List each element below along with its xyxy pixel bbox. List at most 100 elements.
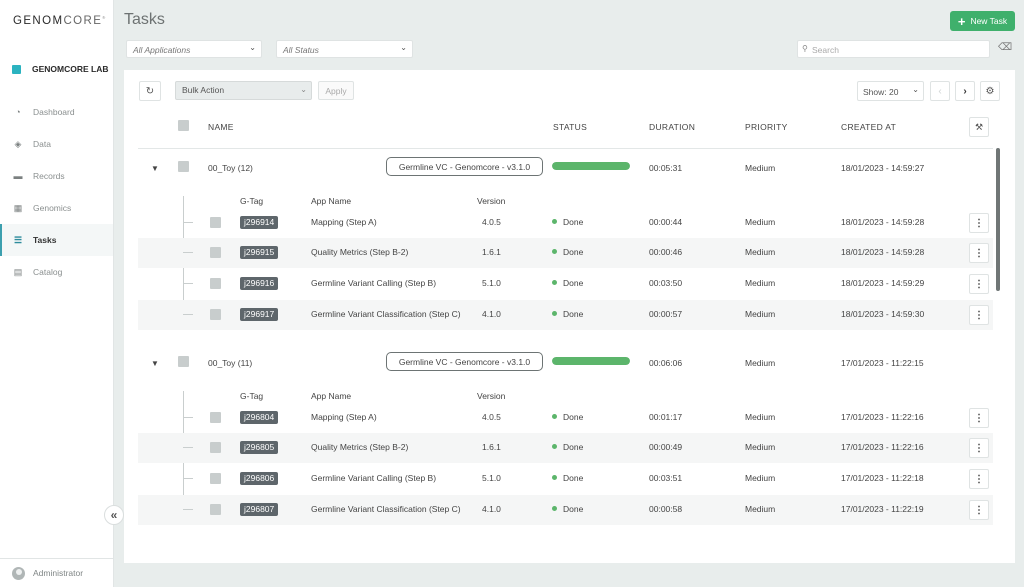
priority: Medium (745, 442, 776, 452)
row-checkbox[interactable] (210, 278, 221, 289)
task-row[interactable]: j296914 Mapping (Step A) 4.0.5 Done 00:0… (138, 208, 993, 238)
gtag-badge: j296805 (240, 441, 279, 454)
app-name: Quality Metrics (Step B-2) (311, 247, 409, 257)
tree-branch (183, 447, 193, 448)
subheader-gtag: G-Tag (240, 196, 264, 206)
chevron-left-icon: ‹ (938, 85, 942, 97)
group-duration: 00:06:06 (649, 358, 683, 368)
column-header-priority[interactable]: PRIORITY (745, 122, 788, 132)
column-header-name[interactable]: NAME (208, 122, 234, 132)
row-checkbox[interactable] (178, 356, 189, 367)
status-dot-icon (552, 444, 557, 450)
grid-icon: ▦ (13, 202, 23, 213)
sidebar-item-genomics[interactable]: ▦ Genomics (0, 192, 113, 224)
duration: 00:00:49 (649, 442, 683, 452)
app-name: Mapping (Step A) (311, 217, 377, 227)
applications-filter[interactable]: All Applications ⌄ (126, 40, 262, 58)
scrollbar[interactable] (996, 148, 1000, 291)
settings-button[interactable]: ⚙ (980, 81, 1000, 101)
status-badge: Done (552, 442, 583, 452)
brand-logo[interactable]: GENOMCORE® (13, 15, 107, 27)
row-checkbox[interactable] (178, 161, 189, 172)
list-icon: ☰ (13, 234, 23, 245)
sidebar-item-catalog[interactable]: ▤ Catalog (0, 256, 113, 288)
lab-switcher[interactable]: GENOMCORE LAB (12, 64, 109, 74)
clear-filters-icon[interactable]: ⌫ (998, 42, 1012, 53)
more-options-button[interactable]: ⋮ (969, 213, 989, 233)
app-name: Mapping (Step A) (311, 412, 377, 422)
briefcase-icon: ▬ (13, 171, 23, 181)
more-options-button[interactable]: ⋮ (969, 243, 989, 263)
lab-icon (12, 64, 21, 74)
created-at: 17/01/2023 - 11:22:16 (841, 442, 924, 452)
more-options-button[interactable]: ⋮ (969, 500, 989, 520)
row-checkbox[interactable] (210, 473, 221, 484)
column-config-button[interactable]: ⚒ (969, 117, 989, 137)
workflow-badge[interactable]: Germline VC - Genomcore - v3.1.0 (386, 352, 543, 371)
page-size-select[interactable]: Show: 20 ⌄ (857, 81, 924, 101)
task-group-row[interactable]: ▼ 00_Toy (11) Germline VC - Genomcore - … (138, 349, 993, 379)
app-name: Quality Metrics (Step B-2) (311, 442, 409, 452)
search-input[interactable]: ⚲ Search (797, 40, 990, 58)
more-options-button[interactable]: ⋮ (969, 305, 989, 325)
collapse-sidebar-button[interactable]: « (104, 505, 124, 525)
task-row[interactable]: j296917 Germline Variant Classification … (138, 300, 993, 330)
version: 4.0.5 (482, 217, 501, 227)
prev-page-button[interactable]: ‹ (930, 81, 950, 101)
refresh-button[interactable]: ↻ (139, 81, 161, 101)
row-checkbox[interactable] (210, 309, 221, 320)
group-created: 18/01/2023 - 14:59:27 (841, 163, 925, 173)
more-options-button[interactable]: ⋮ (969, 438, 989, 458)
version: 5.1.0 (482, 473, 501, 483)
task-group-row[interactable]: ▼ 00_Toy (12) Germline VC - Genomcore - … (138, 154, 993, 184)
row-checkbox[interactable] (210, 442, 221, 453)
priority: Medium (745, 247, 776, 257)
task-row[interactable]: j296806 Germline Variant Calling (Step B… (138, 464, 993, 494)
column-header-duration[interactable]: DURATION (649, 122, 695, 132)
status-dot-icon (552, 249, 557, 255)
status-dot-icon (552, 475, 557, 481)
status-dot-icon (552, 506, 557, 512)
row-checkbox[interactable] (210, 217, 221, 228)
workflow-badge[interactable]: Germline VC - Genomcore - v3.1.0 (386, 157, 543, 176)
group-created: 17/01/2023 - 11:22:15 (841, 358, 924, 368)
row-checkbox[interactable] (210, 247, 221, 258)
new-task-button[interactable]: + New Task (950, 11, 1015, 31)
subheader-version: Version (477, 196, 506, 206)
row-checkbox[interactable] (210, 412, 221, 423)
version: 5.1.0 (482, 278, 501, 288)
chevron-down-icon: ⌄ (300, 85, 307, 94)
task-row[interactable]: j296915 Quality Metrics (Step B-2) 1.6.1… (138, 238, 993, 268)
row-checkbox[interactable] (210, 504, 221, 515)
user-menu[interactable]: Administrator (0, 558, 113, 587)
sidebar-item-dashboard[interactable]: ◔ Dashboard (0, 96, 113, 128)
caret-down-icon[interactable]: ▼ (151, 359, 159, 368)
sidebar-item-records[interactable]: ▬ Records (0, 160, 113, 192)
task-row[interactable]: j296805 Quality Metrics (Step B-2) 1.6.1… (138, 433, 993, 463)
priority: Medium (745, 278, 776, 288)
sidebar-item-data[interactable]: ◈ Data (0, 128, 113, 160)
more-options-button[interactable]: ⋮ (969, 408, 989, 428)
more-options-button[interactable]: ⋮ (969, 469, 989, 489)
caret-down-icon[interactable]: ▼ (151, 164, 159, 173)
next-page-button[interactable]: › (955, 81, 975, 101)
app-name: Germline Variant Classification (Step C) (311, 309, 461, 319)
version: 1.6.1 (482, 247, 501, 257)
sidebar-item-tasks[interactable]: ☰ Tasks (0, 224, 113, 256)
select-all-checkbox[interactable] (178, 120, 189, 131)
duration: 00:01:17 (649, 412, 683, 422)
priority: Medium (745, 217, 776, 227)
group-duration: 00:05:31 (649, 163, 683, 173)
task-row[interactable]: j296916 Germline Variant Calling (Step B… (138, 269, 993, 299)
more-options-button[interactable]: ⋮ (969, 274, 989, 294)
apply-button[interactable]: Apply (318, 81, 354, 100)
created-at: 18/01/2023 - 14:59:30 (841, 309, 925, 319)
column-header-status[interactable]: STATUS (553, 122, 587, 132)
task-row[interactable]: j296807 Germline Variant Classification … (138, 495, 993, 525)
progress-fill (552, 357, 630, 365)
bulk-action-select[interactable]: Bulk Action ⌄ (175, 81, 312, 100)
column-header-created-at[interactable]: CREATED AT (841, 122, 896, 132)
dashboard-icon: ◔ (15, 107, 21, 117)
status-filter[interactable]: All Status ⌄ (276, 40, 413, 58)
task-row[interactable]: j296804 Mapping (Step A) 4.0.5 Done 00:0… (138, 403, 993, 433)
